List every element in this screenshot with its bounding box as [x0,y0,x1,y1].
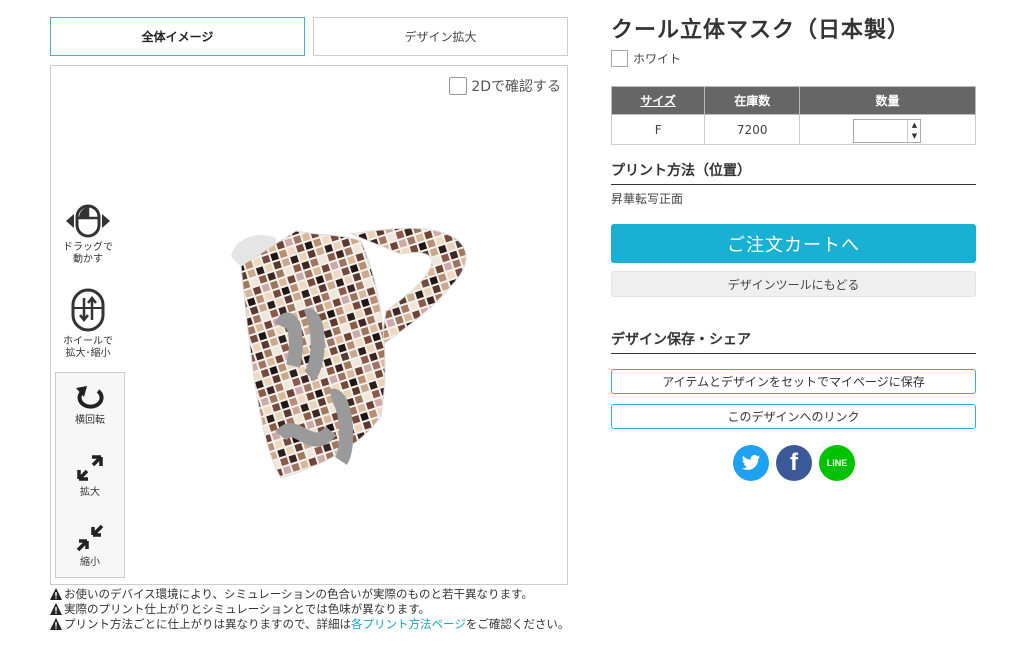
stepper-arrows[interactable]: ▲ ▼ [907,120,920,142]
header-size[interactable]: サイズ [610,86,706,115]
warning-icon [50,588,62,600]
check-2d-toggle[interactable]: 2Dで確認する [449,76,561,96]
wheel-hint-line1: ホイールで [63,336,113,347]
tab-overall-image-label: 全体イメージ [141,30,214,44]
note-item: 実際のプリント仕上がりとシミュレーションとでは色味が異なります。 [50,603,570,616]
note-text-2: 実際のプリント仕上がりとシミュレーションとでは色味が異なります。 [64,602,431,616]
stepper-up-icon[interactable]: ▲ [908,120,920,131]
header-quantity: 数量 [798,86,977,115]
cell-quantity: ▲ ▼ [798,114,977,145]
quantity-stepper[interactable]: ▲ ▼ [853,119,922,143]
wheel-hint-line2: 拡大･縮小 [65,348,111,359]
zoom-in-button[interactable]: 拡大 [56,453,124,499]
line-icon: LINE [826,458,848,468]
design-link-button[interactable]: このデザインへのリンク [611,404,976,429]
check-2d-label: 2Dで確認する [471,79,561,95]
note-text-3-before: プリント方法ごとに仕上がりは異なりますので、詳細は [64,617,352,631]
mask-3d-viewer[interactable]: 2Dで確認する ドラッグで 動かす ホイールで 拡大･縮小 横回転 拡大 縮小 [50,65,568,585]
note-text-3: プリント方法ごとに仕上がりは異なりますので、詳細は各プリント方法ページをご確認く… [64,618,569,631]
twitter-icon [741,455,761,470]
line-share-button[interactable]: LINE [819,445,855,481]
print-method-title: プリント方法（位置） [611,160,976,185]
zoom-out-label: 縮小 [80,557,100,568]
print-method-value: 昇華転写正面 [611,192,684,206]
zoom-out-button[interactable]: 縮小 [56,523,124,569]
disclaimer-notes: お使いのデバイス環境により、シミュレーションの色合いが実際のものと若干異なります… [50,588,570,633]
stock-table: サイズ 在庫数 数量 F 7200 ▲ ▼ [610,86,977,145]
header-stock: 在庫数 [704,86,800,115]
cell-size: F [610,114,706,145]
note-text-1: お使いのデバイス環境により、シミュレーションの色合いが実際のものと若干異なります… [64,587,533,601]
zoom-in-label: 拡大 [80,487,100,498]
note-item: プリント方法ごとに仕上がりは異なりますので、詳細は各プリント方法ページをご確認く… [50,618,570,631]
tab-overall-image[interactable]: 全体イメージ [50,17,305,56]
tab-design-zoom[interactable]: デザイン拡大 [313,17,568,56]
warning-icon [50,618,62,630]
drag-hint: ドラッグで 動かす [59,204,117,266]
color-name: ホワイト [633,52,682,66]
wheel-hint: ホイールで 拡大･縮小 [59,288,117,360]
note-text-3-after: をご確認ください。 [465,617,570,631]
drag-hint-line2: 動かす [73,254,103,265]
print-method-page-link[interactable]: 各プリント方法ページ [351,617,466,631]
expand-icon [77,455,103,481]
check-2d-checkbox[interactable] [449,77,468,95]
twitter-share-button[interactable] [733,445,769,481]
facebook-icon: f [790,449,798,476]
tab-design-zoom-label: デザイン拡大 [404,30,477,44]
rotate-label: 横回転 [75,415,105,426]
drag-hint-line1: ドラッグで [63,242,113,253]
product-title: クール立体マスク（日本製） [611,18,911,43]
share-section-title: デザイン保存・シェア [611,329,976,354]
order-cart-button[interactable]: ご注文カートへ [611,224,976,263]
stepper-down-icon[interactable]: ▼ [908,131,920,142]
view-control-panel: 横回転 拡大 縮小 [55,372,125,578]
color-swatch[interactable] [611,50,628,67]
mouse-wheel-icon [71,288,105,332]
color-selector[interactable]: ホワイト [611,50,681,67]
back-to-design-tool-button[interactable]: デザインツールにもどる [611,271,976,297]
shrink-icon [76,524,104,552]
mask-render-image [231,227,467,479]
mouse-drag-icon [66,204,110,238]
rotate-icon [76,386,104,409]
facebook-share-button[interactable]: f [776,445,812,481]
rotate-button[interactable]: 横回転 [56,383,124,427]
table-row: F 7200 ▲ ▼ [610,114,977,145]
cell-stock: 7200 [704,114,800,145]
save-to-mypage-button[interactable]: アイテムとデザインをセットでマイページに保存 [611,369,976,394]
warning-icon [50,603,62,615]
note-item: お使いのデバイス環境により、シミュレーションの色合いが実際のものと若干異なります… [50,588,570,601]
